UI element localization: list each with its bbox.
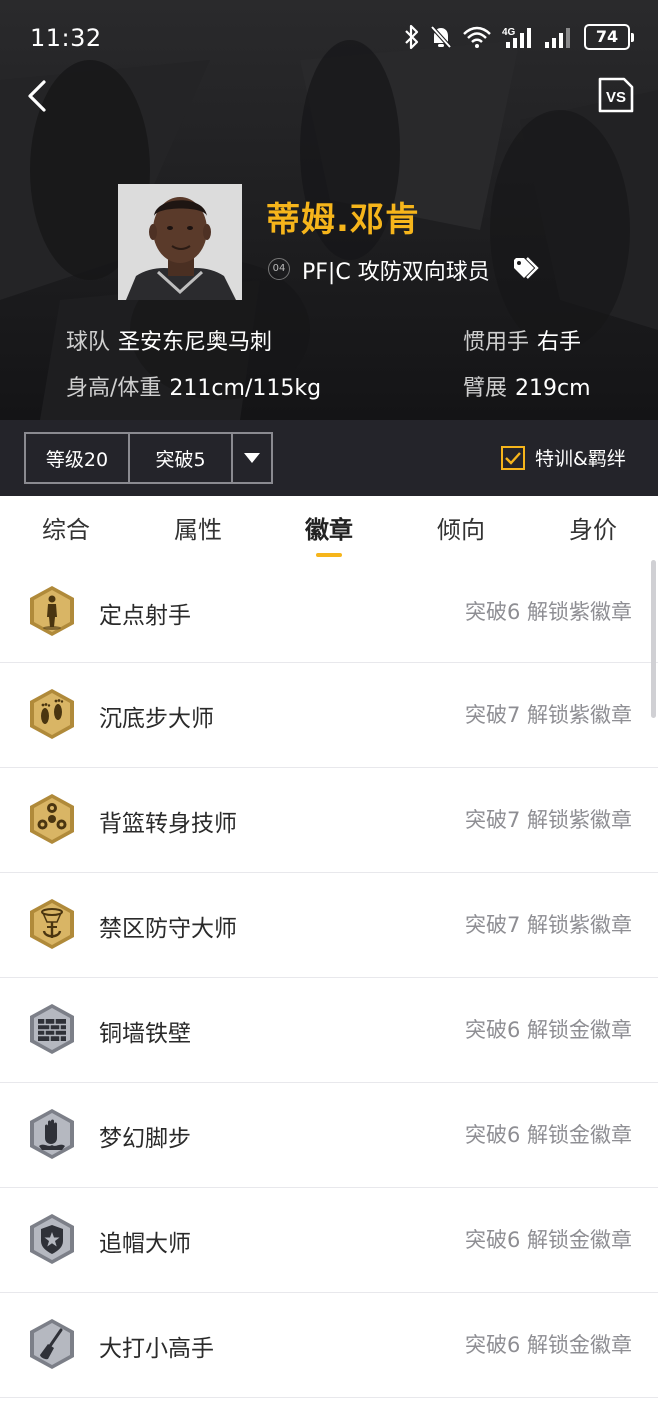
team-info: 球队 圣安东尼奥马刺 [66,324,272,356]
badge-unlock-text: 突破6 解锁紫徽章 [464,600,632,624]
tab-value[interactable]: 身价 [543,510,643,545]
svg-text:4G: 4G [502,27,516,38]
list-item[interactable]: 追帽大师 突破6 解锁金徽章 [0,1188,658,1293]
hand-value: 右手 [537,330,582,355]
badge-unlock-text: 突破6 解锁金徽章 [464,1333,632,1357]
badge-name: 梦幻脚步 [99,1126,191,1152]
badge-name: 大打小高手 [99,1336,214,1362]
back-button[interactable] [22,76,54,116]
status-icons: 4G 74 [404,24,634,50]
wifi-icon [463,26,491,48]
wingspan-label: 臂展 [463,376,508,401]
body-value: 211cm/115kg [169,376,322,401]
badge-name: 铜墙铁壁 [99,1021,191,1047]
check-icon [505,451,521,465]
tab-bar: 综合 属性 徽章 倾向 身价 [0,496,658,560]
player-name: 蒂姆.邓肯 [266,200,420,240]
brick-wall-icon [30,1004,74,1054]
breakthrough-button[interactable]: 突破5 [128,434,231,482]
player-hero-header: 11:32 4G 74 VS 蒂姆.邓肯 04 PF|C 攻防双向球员 球队 圣… [0,0,658,420]
tab-badges[interactable]: 徽章 [279,510,379,545]
list-item[interactable]: 禁区防守大师 突破7 解锁紫徽章 [0,873,658,978]
badge-name: 追帽大师 [99,1231,191,1257]
signal-icon [545,28,570,48]
tag-icon[interactable] [512,256,540,280]
player-position-role: PF|C 攻防双向球员 [302,260,490,285]
list-item[interactable]: 定点射手 突破6 解锁紫徽章 [0,560,658,663]
level-button[interactable]: 等级20 [26,434,128,482]
badge-unlock-text: 突破7 解锁紫徽章 [464,913,632,937]
svg-text:VS: VS [606,89,626,106]
vs-compare-button[interactable]: VS [598,77,634,113]
broom-icon [30,1319,74,1369]
list-scrollbar[interactable] [651,560,656,718]
badge-unlock-text: 突破6 解锁金徽章 [464,1018,632,1042]
list-item[interactable]: 大打小高手 突破6 解锁金徽章 [0,1293,658,1398]
badge-list: 定点射手 突破6 解锁紫徽章 沉底步大师 突破7 解锁紫徽章 背篮转身技师 突破… [0,560,658,1398]
bell-off-icon [430,25,452,49]
hand-label: 惯用手 [463,330,530,355]
badge-unlock-text: 突破7 解锁紫徽章 [464,808,632,832]
tab-overview[interactable]: 综合 [16,510,116,545]
training-checkbox[interactable] [501,445,525,470]
body-info: 身高/体重 211cm/115kg [66,370,321,402]
body-label: 身高/体重 [66,376,162,401]
hand-splash-icon [30,1109,74,1159]
list-item[interactable]: 铜墙铁壁 突破6 解锁金徽章 [0,978,658,1083]
tab-attributes[interactable]: 属性 [148,510,248,545]
signal-4g-icon: 4G [502,27,531,48]
badge-unlock-text: 突破7 解锁紫徽章 [464,703,632,727]
training-bond-toggle[interactable]: 特训&羁绊 [501,444,626,471]
badge-unlock-text: 突破6 解锁金徽章 [464,1228,632,1252]
level-dropdown-button[interactable] [231,434,271,482]
footprints-icon [30,689,74,739]
jersey-number-badge: 04 [268,258,290,280]
shield-star-icon [30,1214,74,1264]
wingspan-value: 219cm [515,376,591,401]
wingspan-info: 臂展 219cm [463,370,591,402]
badge-name: 禁区防守大师 [99,916,237,942]
shooter-silhouette-icon [30,586,74,636]
list-item[interactable]: 梦幻脚步 突破6 解锁金徽章 [0,1083,658,1188]
status-time: 11:32 [30,24,102,52]
hand-info: 惯用手 右手 [463,324,581,356]
team-value: 圣安东尼奥马刺 [118,330,273,355]
player-avatar [118,184,242,300]
caret-down-icon [244,453,260,463]
spinner-icon [30,794,74,844]
active-tab-indicator [316,553,342,557]
badge-name: 沉底步大师 [99,706,214,732]
battery-icon: 74 [584,24,634,50]
tab-tendencies[interactable]: 倾向 [411,510,511,545]
status-bar: 11:32 4G 74 [0,0,658,80]
badge-name: 定点射手 [99,603,191,629]
team-label: 球队 [66,330,111,355]
level-bar: 等级20 突破5 特训&羁绊 [0,420,658,496]
hoop-anchor-icon [30,899,74,949]
training-label: 特训&羁绊 [535,448,626,470]
list-item[interactable]: 沉底步大师 突破7 解锁紫徽章 [0,663,658,768]
badge-name: 背篮转身技师 [99,811,237,837]
list-item[interactable]: 背篮转身技师 突破7 解锁紫徽章 [0,768,658,873]
level-selector[interactable]: 等级20 突破5 [24,432,273,484]
bluetooth-icon [405,24,419,50]
badge-unlock-text: 突破6 解锁金徽章 [464,1123,632,1147]
